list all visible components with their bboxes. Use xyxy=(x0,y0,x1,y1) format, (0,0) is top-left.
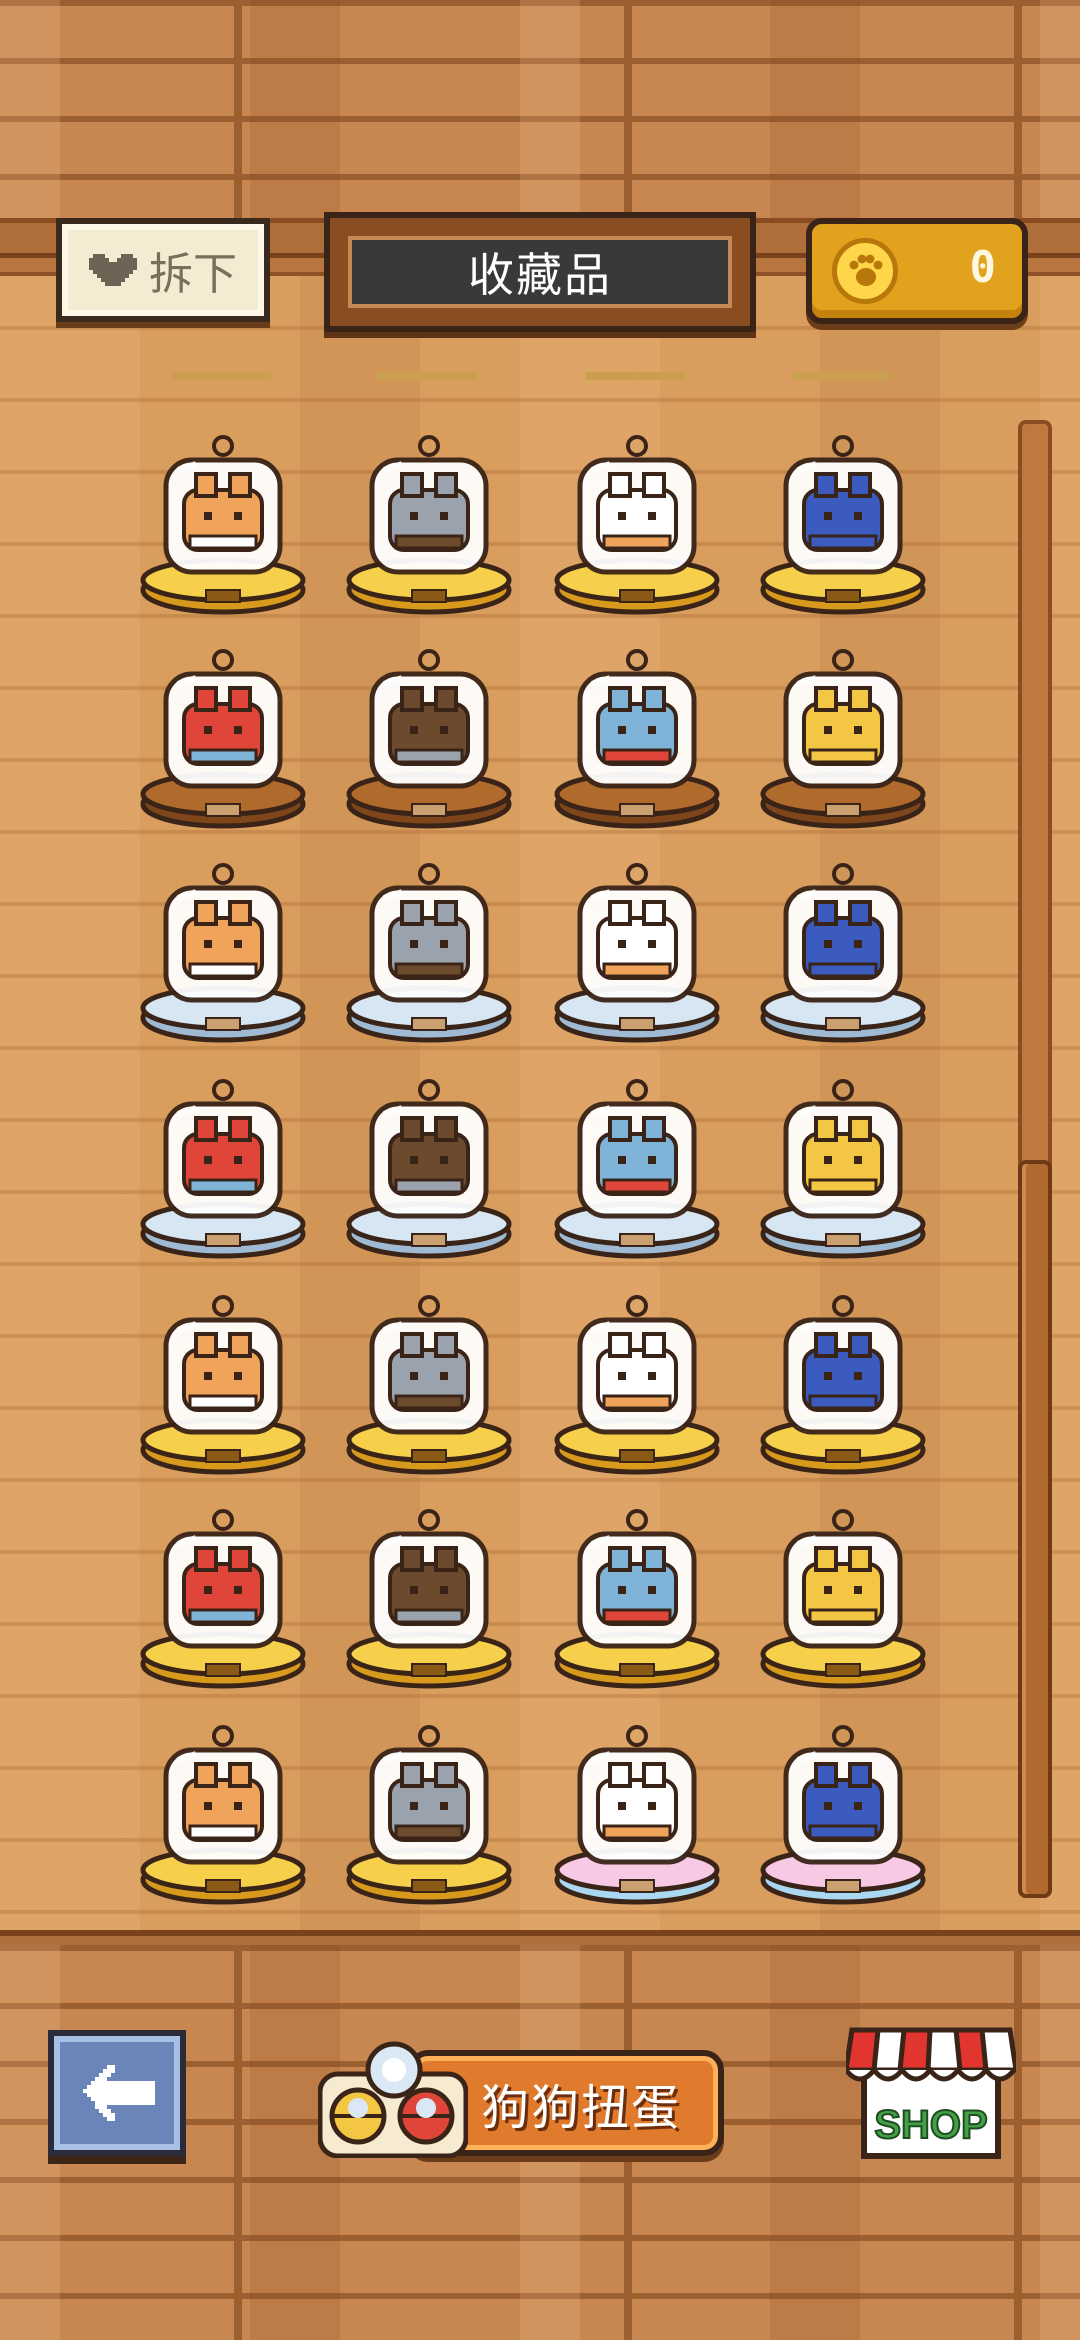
tv-stand-figurine[interactable] xyxy=(552,1064,722,1264)
unequip-label: 拆下 xyxy=(149,249,237,300)
heart-icon xyxy=(89,254,137,286)
snow-globe-blue-figurine[interactable] xyxy=(552,1280,722,1480)
armchair-dog-figurine[interactable] xyxy=(344,1064,514,1264)
detective-dogs-figurine[interactable] xyxy=(758,1710,928,1910)
lying-dog-figurine[interactable] xyxy=(138,634,308,834)
coin-counter: 0 xyxy=(806,218,1028,324)
brick-wall-top xyxy=(0,0,1080,225)
wizard-hat-dog-figurine[interactable] xyxy=(138,1494,308,1694)
tea-set-cat-figurine[interactable] xyxy=(138,420,308,620)
blue-cushion-dog-figurine[interactable] xyxy=(758,1064,928,1264)
sleeping-cat-bed-figurine[interactable] xyxy=(552,420,722,620)
coat-stand-figurine[interactable] xyxy=(344,634,514,834)
shop-storefront-icon: SHOP xyxy=(843,2027,1019,2159)
armchair-reader-figurine[interactable] xyxy=(344,1710,514,1910)
sofa-cats-figurine[interactable] xyxy=(552,848,722,1048)
moon-rider-figurine[interactable] xyxy=(344,1494,514,1694)
gacha-label: 狗狗扭蛋 xyxy=(480,2080,681,2136)
gacha-button[interactable]: 狗狗扭蛋 xyxy=(318,2024,724,2158)
back-arrow-icon xyxy=(83,2065,155,2121)
snow-globe-red-figurine[interactable] xyxy=(344,420,514,620)
dinner-table-figurine[interactable] xyxy=(344,1280,514,1480)
fireplace-figurine[interactable] xyxy=(138,1280,308,1480)
shop-label: SHOP xyxy=(874,2103,987,2147)
round-window-figurine[interactable] xyxy=(758,848,928,1048)
wardrobe-figurine[interactable] xyxy=(552,634,722,834)
gacha-capsule-icon xyxy=(318,2041,468,2158)
two-cats-pair-figurine[interactable] xyxy=(344,848,514,1048)
bathtub-figurine[interactable] xyxy=(758,1280,928,1480)
title-plate: 收藏品 xyxy=(324,212,756,332)
dog-in-crate-figurine[interactable] xyxy=(138,848,308,1048)
back-button[interactable] xyxy=(48,2030,186,2156)
page-title: 收藏品 xyxy=(468,248,612,302)
arched-door-figurine[interactable] xyxy=(138,1064,308,1264)
cake-dog-figurine[interactable] xyxy=(138,1710,308,1910)
parachute-cat-figurine[interactable] xyxy=(552,1494,722,1694)
dog-with-bone-figurine[interactable] xyxy=(552,1710,722,1910)
scrollbar-thumb[interactable] xyxy=(1018,1160,1052,1898)
cats-in-bowls-figurine[interactable] xyxy=(758,420,928,620)
shop-button[interactable]: SHOP xyxy=(843,2020,1019,2160)
coin-count: 0 xyxy=(969,242,997,293)
paw-coin-icon xyxy=(832,238,898,304)
plant-table-figurine[interactable] xyxy=(758,634,928,834)
parachute-dog-figurine[interactable] xyxy=(758,1494,928,1694)
unequip-button[interactable]: 拆下 xyxy=(56,218,270,322)
